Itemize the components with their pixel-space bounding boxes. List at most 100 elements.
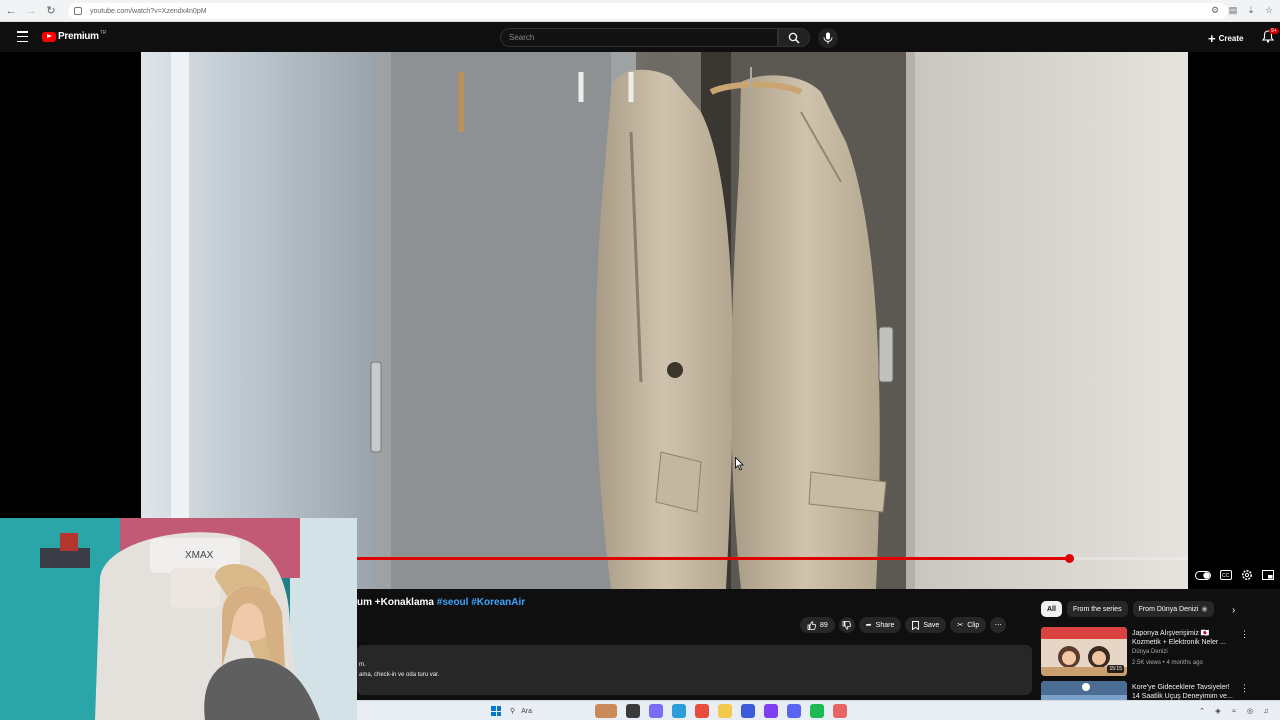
like-button[interactable]: 89: [800, 617, 835, 633]
progress-scrubber[interactable]: [1064, 554, 1074, 563]
player-controls: CC: [1190, 566, 1280, 584]
taskbar-app-icon[interactable]: [741, 704, 755, 718]
video-actions: 89 ➦ Share Save ✂ Clip ⋯: [800, 617, 1007, 633]
taskbar-search-placeholder: Ara: [521, 707, 533, 715]
chip-all[interactable]: All: [1041, 601, 1062, 617]
create-button[interactable]: + Create: [1208, 30, 1244, 46]
more-vertical-icon[interactable]: ⋮: [1240, 629, 1249, 640]
webcam-video-streamer: XMAX: [0, 518, 357, 720]
settings-icon[interactable]: [1241, 569, 1253, 581]
clip-button[interactable]: ✂ Clip: [950, 617, 987, 633]
taskbar-app-icon[interactable]: [672, 704, 686, 718]
search-icon: ⚲: [510, 708, 516, 715]
description-line-1: m.: [359, 662, 366, 668]
forward-icon[interactable]: →: [22, 2, 40, 20]
progress-bar[interactable]: [357, 554, 1188, 563]
video-duration: 15:15: [1107, 665, 1124, 673]
browser-actions: ⚙ ▤ ⇣ ☆: [1210, 4, 1274, 16]
chip-from-channel-label: From Dünya Denizi: [1138, 605, 1199, 613]
recommendation-title[interactable]: Japonya Alışverişimiz 🇯🇵 Kozmetik + Elek…: [1132, 629, 1237, 647]
notification-badge: 9+: [1269, 28, 1279, 34]
taskbar-app-icon[interactable]: [695, 704, 709, 718]
chip-from-channel[interactable]: From Dünya Denizi ◉: [1132, 601, 1214, 617]
logo-text: Premium: [58, 31, 99, 42]
miniplayer-icon[interactable]: [1262, 570, 1274, 580]
bookmark-star-icon[interactable]: ☆: [1264, 4, 1274, 16]
recommendation-item[interactable]: 15:15 Japonya Alışverişimiz 🇯🇵 Kozmetik …: [1041, 627, 1276, 677]
cast-icon[interactable]: ▤: [1228, 4, 1238, 16]
youtube-premium-logo[interactable]: Premium TR: [42, 29, 107, 42]
hamburger-menu-icon[interactable]: [17, 31, 28, 42]
more-vertical-icon[interactable]: ⋮: [1240, 683, 1249, 694]
chevron-right-icon[interactable]: ›: [1232, 605, 1235, 616]
autoplay-toggle-icon[interactable]: [1195, 570, 1211, 580]
recommendation-title[interactable]: Kore'ye Gideceklere Tavsiyeler! 14 Saatl…: [1132, 683, 1237, 701]
svg-text:CC: CC: [1222, 573, 1230, 579]
windows-start-icon[interactable]: [491, 706, 501, 716]
search-icon: [788, 32, 800, 43]
back-icon[interactable]: ←: [2, 2, 20, 20]
share-icon: ➦: [865, 622, 872, 629]
verified-icon: ◉: [1201, 606, 1208, 613]
taskbar-app-icon[interactable]: [764, 704, 778, 718]
taskbar-app-icon[interactable]: [626, 704, 640, 718]
thumbs-down-icon: [842, 620, 852, 630]
clip-label: Clip: [967, 621, 980, 629]
download-icon[interactable]: ⇣: [1246, 4, 1256, 16]
wifi-icon[interactable]: ≈: [1229, 706, 1239, 716]
translate-icon[interactable]: ⚙: [1210, 4, 1220, 16]
related-filter-chips: All From the series From Dünya Denizi ◉: [1041, 601, 1214, 617]
recommendation-meta: 2.5K views • 4 months ago: [1132, 660, 1203, 666]
logo-region: TR: [99, 29, 107, 36]
video-frame[interactable]: [141, 52, 1188, 589]
more-horizontal-icon: ⋯: [994, 622, 1002, 629]
voice-search-button[interactable]: [818, 28, 838, 48]
recommendation-channel[interactable]: Dünya Denizi: [1132, 649, 1168, 655]
captions-icon[interactable]: CC: [1220, 570, 1232, 580]
plus-icon: +: [1208, 30, 1216, 46]
taskbar-app-icon[interactable]: [718, 704, 732, 718]
mouse-cursor-icon: [735, 457, 744, 471]
thumbs-up-icon: [807, 620, 816, 630]
system-tray: ⌃ ◈ ≈ ◎ ♫ ▮: [1197, 706, 1280, 716]
video-title-text: um +Konaklama: [357, 597, 434, 608]
youtube-play-icon: [42, 31, 56, 42]
youtube-header: Premium TR + Create 9+: [0, 22, 1280, 52]
taskbar-app-icon[interactable]: [595, 704, 617, 718]
hashtag-seoul[interactable]: #seoul: [437, 597, 469, 608]
save-button[interactable]: Save: [905, 617, 947, 633]
microphone-icon[interactable]: ◎: [1245, 706, 1255, 716]
network-icon[interactable]: ◈: [1213, 706, 1223, 716]
taskbar-app-icon[interactable]: [810, 704, 824, 718]
search-box: [500, 28, 778, 47]
reload-icon[interactable]: ↻: [42, 2, 60, 20]
address-bar[interactable]: youtube.com/watch?v=Xzendx4n0pM: [68, 3, 1228, 19]
speaker-icon[interactable]: ♫: [1261, 706, 1271, 716]
svg-text:XMAX: XMAX: [185, 550, 214, 561]
site-info-icon[interactable]: [74, 7, 82, 15]
search-button[interactable]: [778, 28, 810, 47]
taskbar-search[interactable]: ⚲ Ara: [510, 704, 596, 718]
dislike-button[interactable]: [838, 617, 855, 633]
notifications-button[interactable]: 9+: [1261, 28, 1279, 44]
like-count: 89: [820, 621, 828, 629]
taskbar-app-icon[interactable]: [787, 704, 801, 718]
scissors-icon: ✂: [957, 622, 964, 629]
recommendation-thumbnail[interactable]: 15:15: [1041, 627, 1127, 676]
taskbar-app-icon[interactable]: [833, 704, 847, 718]
search-input[interactable]: [509, 33, 777, 42]
description-box[interactable]: m. ama, check-in ve oda turu var.: [357, 645, 1032, 695]
chip-from-the-series[interactable]: From the series: [1066, 601, 1128, 617]
share-label: Share: [875, 621, 895, 629]
hashtag-koreanair[interactable]: #KoreanAir: [471, 597, 525, 608]
screen: { "browser": { "url": "youtube.com/watch…: [0, 0, 1280, 720]
taskbar-pinned-apps: [595, 704, 847, 718]
taskbar-app-icon[interactable]: [649, 704, 663, 718]
progress-played: [357, 557, 1070, 560]
create-label: Create: [1218, 33, 1244, 43]
video-title: um +Konaklama #seoul #KoreanAir: [357, 597, 525, 608]
more-actions-button[interactable]: ⋯: [990, 617, 1007, 633]
share-button[interactable]: ➦ Share: [858, 617, 902, 633]
video-player[interactable]: [0, 52, 1280, 589]
chevron-up-icon[interactable]: ⌃: [1197, 706, 1207, 716]
